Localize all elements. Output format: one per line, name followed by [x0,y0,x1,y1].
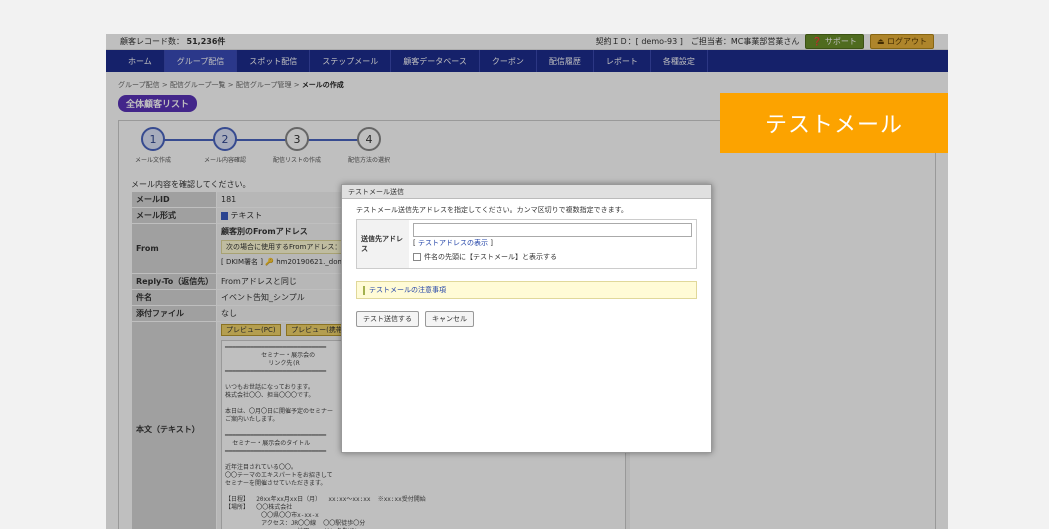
notice-bar-icon [363,285,365,295]
address-box: 送信先アドレス [ テストアドレスの表示 ] 件名の先頭に【テストメール】と表示… [356,219,697,269]
subject-prefix-row: 件名の先頭に【テストメール】と表示する [413,252,692,262]
test-mail-banner: テストメール [720,93,948,153]
address-input[interactable] [413,223,692,237]
subject-prefix-label: 件名の先頭に【テストメール】と表示する [424,253,557,261]
dialog-description: テストメール送信先アドレスを指定してください。カンマ区切りで複数指定できます。 [356,206,628,214]
address-label: 送信先アドレス [357,220,409,268]
address-link-row: [ テストアドレスの表示 ] [413,238,692,248]
bracket-open: [ [413,239,416,247]
notice-link[interactable]: テストメールの注意事項 [369,285,446,295]
subject-prefix-checkbox[interactable] [413,253,421,261]
address-body: [ テストアドレスの表示 ] 件名の先頭に【テストメール】と表示する [409,220,696,268]
send-test-button[interactable]: テスト送信する [356,311,419,327]
dialog-title: テストメール送信 [342,185,711,199]
bracket-close: ] [490,239,493,247]
show-test-address-link[interactable]: テストアドレスの表示 [418,239,488,247]
dialog-buttons: テスト送信する キャンセル [356,311,697,327]
notice-box[interactable]: テストメールの注意事項 [356,281,697,299]
test-mail-dialog: テストメール送信 テストメール送信先アドレスを指定してください。カンマ区切りで複… [341,184,712,453]
cancel-button[interactable]: キャンセル [425,311,474,327]
